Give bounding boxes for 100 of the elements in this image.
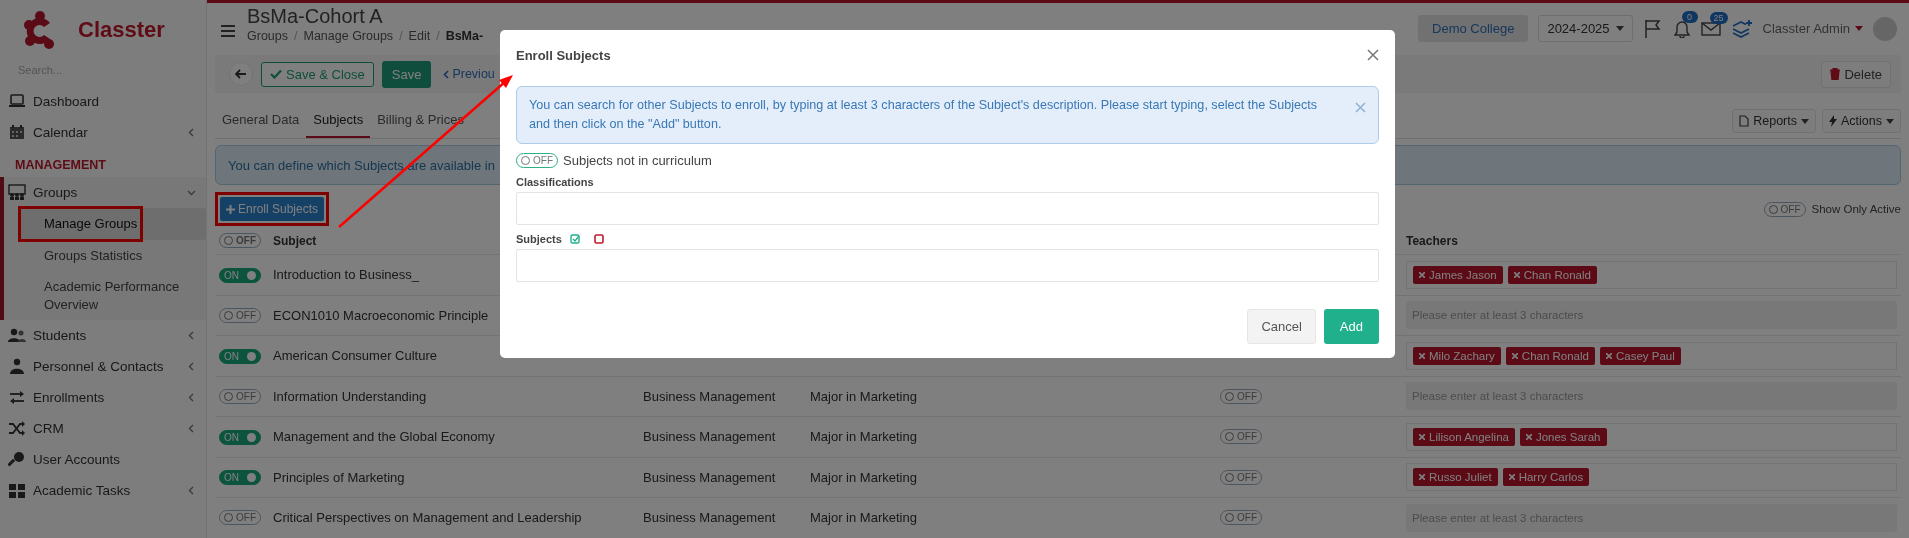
close-icon	[1355, 102, 1366, 113]
message-badge: 25	[1709, 11, 1728, 24]
table-cell: Business Management	[639, 457, 806, 498]
table-cell: Management and the Global Economy	[269, 416, 639, 457]
toggle-switch[interactable]: OFF	[219, 233, 261, 248]
sidebar-item[interactable]: Groups	[33, 185, 180, 200]
envelope-icon	[1700, 20, 1721, 37]
sidebar-item[interactable]: User Accounts	[33, 452, 196, 468]
enroll-subjects-button[interactable]: Enroll Subjects	[220, 197, 325, 221]
sidebar-item[interactable]: Academic Tasks	[33, 483, 180, 499]
bell-icon	[1672, 19, 1691, 38]
add-button[interactable]: Add	[1323, 309, 1379, 344]
institution-selector[interactable]: Demo College	[1418, 15, 1529, 42]
breadcrumb-link[interactable]: Manage Groups	[303, 29, 394, 43]
back-button[interactable]	[229, 62, 253, 86]
previous-link[interactable]: Previou	[443, 67, 495, 81]
toggle-switch[interactable]: OFF	[219, 510, 261, 526]
layers-plus-icon	[1730, 18, 1753, 39]
teacher-tag[interactable]: Harry Carlos	[1502, 468, 1590, 487]
sidebar-item[interactable]: Dashboard	[33, 94, 196, 109]
trash-icon	[1830, 68, 1841, 80]
teachers-field[interactable]: Russo Juliet Harry Carlos	[1406, 463, 1897, 492]
sidebar-subitem[interactable]: Groups Statistics	[18, 239, 206, 272]
teacher-tag[interactable]: Casey Paul	[1599, 346, 1681, 365]
alert-text: You can search for other Subjects to enroll, by typing at least 3 characters of the Subject's description. Please start typing, select the Subjects and then click on the "Add" button.	[529, 97, 1319, 133]
toggle-switch[interactable]: OFF	[1220, 469, 1262, 485]
table-cell: Major in Marketing	[806, 457, 1216, 498]
sidebar-item[interactable]: Enrollments	[33, 390, 180, 406]
teacher-tag[interactable]: Chan Ronald	[1507, 265, 1597, 284]
sidebar-subitem[interactable]: Manage Groups	[18, 208, 206, 240]
document-icon	[1739, 115, 1750, 127]
toggle-switch[interactable]: OFF	[1220, 388, 1262, 404]
table-cell: Critical Perspectives on Management and Leadership	[269, 497, 639, 538]
caret-icon	[1801, 118, 1809, 124]
toggle-switch[interactable]: OFF	[1220, 429, 1262, 445]
actions-menu[interactable]: Actions	[1822, 109, 1901, 133]
reports-menu[interactable]: Reports	[1732, 109, 1816, 133]
grid-icon	[8, 482, 26, 500]
group-icon	[8, 184, 26, 201]
calendar-icon	[8, 124, 26, 141]
person-icon	[8, 358, 26, 376]
tab[interactable]: Subjects	[306, 112, 371, 138]
toggle-switch[interactable]: ON	[219, 267, 261, 283]
breadcrumb-link[interactable]: Groups	[247, 29, 288, 43]
column-header: Teachers	[1402, 227, 1901, 255]
toggle-switch[interactable]: OFF	[219, 388, 261, 404]
close-button[interactable]	[1367, 49, 1379, 61]
teachers-field[interactable]: Milo Zachary Chan Ronald Casey Paul	[1406, 341, 1897, 370]
teachers-field[interactable]: James Jason Chan Ronald	[1406, 260, 1897, 289]
toggle-switch[interactable]: OFF	[219, 307, 261, 323]
toggle-switch[interactable]: OFF	[1220, 510, 1262, 526]
year-selector[interactable]: 2024-2025	[1538, 15, 1633, 42]
classifications-field[interactable]	[516, 192, 1379, 225]
save-button[interactable]: Save	[381, 60, 432, 88]
teacher-tag[interactable]: James Jason	[1413, 265, 1503, 284]
cancel-button[interactable]: Cancel	[1247, 309, 1316, 344]
check-square-icon	[569, 234, 580, 244]
remove-icon	[1605, 352, 1612, 359]
toggle-switch[interactable]: OFF	[516, 153, 558, 168]
remove-icon	[1419, 352, 1425, 359]
sidebar-item[interactable]: CRM	[33, 421, 180, 437]
deselect-all-button[interactable]	[593, 234, 604, 244]
toggle-switch[interactable]: ON	[219, 429, 261, 445]
tab[interactable]: General Data	[215, 112, 307, 138]
caret-icon	[1886, 118, 1894, 124]
shuffle-icon	[8, 420, 26, 438]
toggle-switch[interactable]: ON	[219, 470, 261, 486]
table-cell: Information Understanding	[269, 376, 639, 417]
delete-button[interactable]: Delete	[1821, 60, 1891, 88]
square-icon	[593, 234, 604, 244]
remove-icon	[1513, 271, 1520, 278]
breadcrumb-separator: /	[436, 29, 440, 43]
toggle-switch[interactable]: ON	[219, 348, 261, 364]
breadcrumb-link[interactable]: Edit	[408, 29, 431, 43]
toggle-switch[interactable]: OFF	[1763, 201, 1806, 217]
table-cell: Major in Marketing	[806, 416, 1216, 457]
teachers-field[interactable]: Lilison Angelina Jones Sarah	[1406, 422, 1897, 451]
check-icon	[270, 69, 282, 79]
sidebar-item[interactable]: Students	[33, 328, 180, 344]
sidebar-item[interactable]: Personnel & Contacts	[33, 359, 180, 375]
select-all-button[interactable]	[569, 234, 580, 244]
laptop-icon	[8, 93, 26, 110]
dismiss-button[interactable]	[1355, 102, 1366, 113]
save-close-button[interactable]: Save & Close	[261, 61, 374, 87]
avatar[interactable]	[1873, 16, 1897, 41]
users-icon	[8, 327, 26, 345]
remove-icon	[1419, 474, 1425, 481]
sidebar-subitem[interactable]: Academic Performance Overview	[18, 271, 206, 321]
teacher-tag[interactable]: Milo Zachary	[1413, 346, 1501, 365]
table-cell: Major in Marketing	[806, 497, 1216, 538]
toggle-label: Show Only Active	[1811, 203, 1901, 215]
field-label: Subjects	[516, 233, 562, 245]
teacher-tag[interactable]: Russo Juliet	[1413, 468, 1498, 487]
sidebar-item[interactable]: Calendar	[33, 125, 180, 140]
table-cell: Major in Marketing	[806, 376, 1216, 417]
teacher-tag[interactable]: Chan Ronald	[1505, 346, 1595, 365]
teacher-tag[interactable]: Jones Sarah	[1519, 427, 1607, 446]
teacher-tag[interactable]: Lilison Angelina	[1413, 427, 1515, 446]
user-menu[interactable]: Classter Admin	[1762, 21, 1863, 36]
subjects-field[interactable]	[516, 249, 1379, 282]
